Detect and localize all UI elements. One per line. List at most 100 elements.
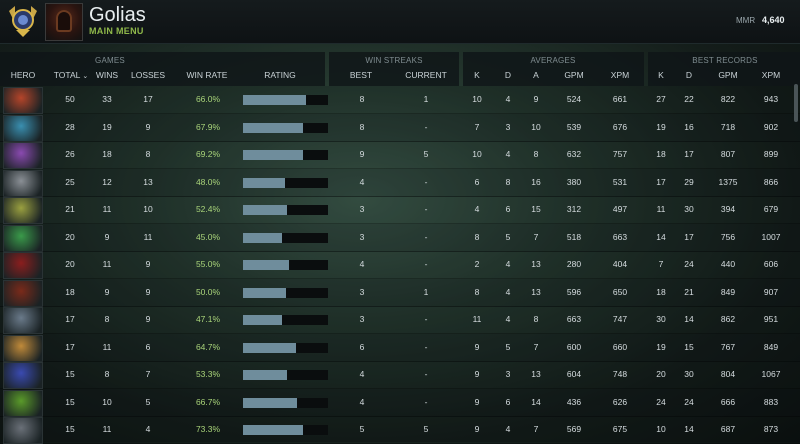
cell-wins: 8 [104,369,110,379]
table-row[interactable]: 18 9 9 50.0% 3 1 8 4 13 596 650 18 21 849 907 [0,278,800,307]
table-row[interactable]: 17 8 9 47.1% 3 - 11 4 8 663 747 30 14 862 951 [0,306,800,334]
cell-streak-current: - [424,231,428,242]
cell-avg-xpm: 675 [612,424,628,434]
cell-avg-a: 14 [531,396,541,407]
rating-bar-fill [243,177,285,188]
cell-streak-best: 3 [359,286,365,297]
cell-wins: 33 [102,94,112,104]
header-group-games [0,52,325,86]
hero-portrait[interactable] [3,224,43,252]
win-streaks-group-title: WIN STREAKS [365,56,423,65]
cell-win-rate: 47.1% [195,314,221,324]
table-row[interactable]: 28 19 9 67.9% 8 - 7 3 10 539 676 19 16 718 902 [0,113,800,142]
cell-avg-d: 4 [505,424,511,434]
cell-wins: 9 [104,286,110,297]
hero-portrait[interactable] [3,417,43,444]
cell-wins: 11 [102,341,112,352]
cell-avg-d: 3 [505,121,511,132]
cell-rec-xpm: 907 [763,286,779,297]
cell-streak-current: - [424,396,428,407]
cell-win-rate: 73.3% [195,424,221,434]
cell-streak-current: - [424,176,428,187]
table-row[interactable]: 15 10 5 66.7% 4 - 9 6 14 436 626 24 24 666 883 [0,388,800,417]
main-menu-link[interactable]: MAIN MENU [89,26,144,36]
cell-rec-k: 10 [656,424,666,434]
col-wins[interactable]: WINS [92,70,122,80]
col-avg-d[interactable]: D [500,70,516,80]
averages-group-title: AVERAGES [530,56,576,65]
table-row[interactable]: 21 11 10 52.4% 3 - 4 6 15 312 497 11 30 394 679 [0,196,800,224]
col-win-rate[interactable]: WIN RATE [182,70,232,80]
cell-rec-k: 20 [656,369,666,379]
cell-rec-k: 19 [656,341,666,352]
avatar[interactable] [45,3,83,41]
hero-portrait[interactable] [3,334,43,362]
cell-streak-current: 5 [423,424,429,434]
cell-avg-gpm: 600 [566,341,582,352]
hero-portrait[interactable] [3,252,43,279]
best-records-group-title: BEST RECORDS [692,56,758,65]
cell-avg-a: 7 [533,424,539,434]
cell-avg-gpm: 569 [566,424,582,434]
cell-avg-gpm: 436 [566,396,582,407]
table-row[interactable]: 15 11 4 73.3% 5 5 9 4 7 569 675 10 14 687 873 [0,416,800,444]
hero-portrait[interactable] [3,169,43,197]
col-rec-xpm[interactable]: XPM [757,70,785,80]
cell-avg-a: 13 [531,259,541,269]
col-streak-current[interactable]: CURRENT [398,70,454,80]
col-streak-best[interactable]: BEST [346,70,376,80]
cell-avg-xpm: 660 [612,341,628,352]
cell-streak-current: - [424,259,428,269]
cell-wins: 8 [104,314,110,324]
cell-avg-a: 15 [531,204,541,214]
col-total[interactable]: TOTAL ⌄ [50,70,92,80]
hero-portrait[interactable] [3,389,43,417]
col-rec-d[interactable]: D [681,70,697,80]
table-row[interactable]: 20 9 11 45.0% 3 - 8 5 7 518 663 14 17 756 1007 [0,223,800,252]
col-rating[interactable]: RATING [255,70,305,80]
col-rec-gpm[interactable]: GPM [714,70,742,80]
hero-portrait[interactable] [3,114,43,142]
cell-losses: 7 [145,369,151,379]
col-avg-k[interactable]: K [469,70,485,80]
hero-portrait[interactable] [3,87,43,114]
rating-bar-fill [243,232,283,243]
hero-portrait[interactable] [3,197,43,224]
rating-bar [243,287,328,298]
cell-rec-xpm: 951 [763,314,779,324]
col-avg-a[interactable]: A [528,70,544,80]
cell-avg-d: 5 [505,231,511,242]
chevron-down-icon: ⌄ [82,73,89,80]
hero-portrait[interactable] [3,279,43,307]
rating-bar-fill [243,287,286,298]
hero-portrait[interactable] [3,307,43,334]
rating-bar [243,397,328,408]
hero-portrait[interactable] [3,142,43,169]
cell-avg-d: 5 [505,341,511,352]
cell-losses: 9 [145,121,151,132]
table-row[interactable]: 50 33 17 66.0% 8 1 10 4 9 524 661 27 22 822 943 [0,86,800,114]
col-losses[interactable]: LOSSES [128,70,168,80]
scrollbar[interactable] [794,84,798,122]
cell-win-rate: 52.4% [195,204,221,214]
cell-avg-gpm: 312 [566,204,582,214]
table-row[interactable]: 25 12 13 48.0% 4 - 6 8 16 380 531 17 29 1375 866 [0,168,800,197]
table-row[interactable]: 15 8 7 53.3% 4 - 9 3 13 604 748 20 30 804 1067 [0,361,800,389]
cell-rec-gpm: 1375 [718,176,738,187]
table-row[interactable]: 26 18 8 69.2% 9 5 10 4 8 632 757 18 17 807 899 [0,141,800,169]
cell-win-rate: 67.9% [195,121,221,132]
col-avg-gpm[interactable]: GPM [560,70,588,80]
cell-total: 25 [65,176,75,187]
cell-rec-gpm: 394 [720,204,736,214]
hero-portrait[interactable] [3,362,43,389]
table-row[interactable]: 17 11 6 64.7% 6 - 9 5 7 600 660 19 15 767 849 [0,333,800,362]
col-rec-k[interactable]: K [653,70,669,80]
cell-avg-xpm: 497 [612,204,628,214]
col-hero[interactable]: HERO [4,70,42,80]
cell-total: 15 [65,424,75,434]
cell-win-rate: 64.7% [195,341,221,352]
cell-avg-k: 9 [474,369,480,379]
col-avg-xpm[interactable]: XPM [606,70,634,80]
table-row[interactable]: 20 11 9 55.0% 4-2 4 13 280 404 7 24 440 606 [0,251,800,279]
cell-rec-gpm: 849 [720,286,736,297]
